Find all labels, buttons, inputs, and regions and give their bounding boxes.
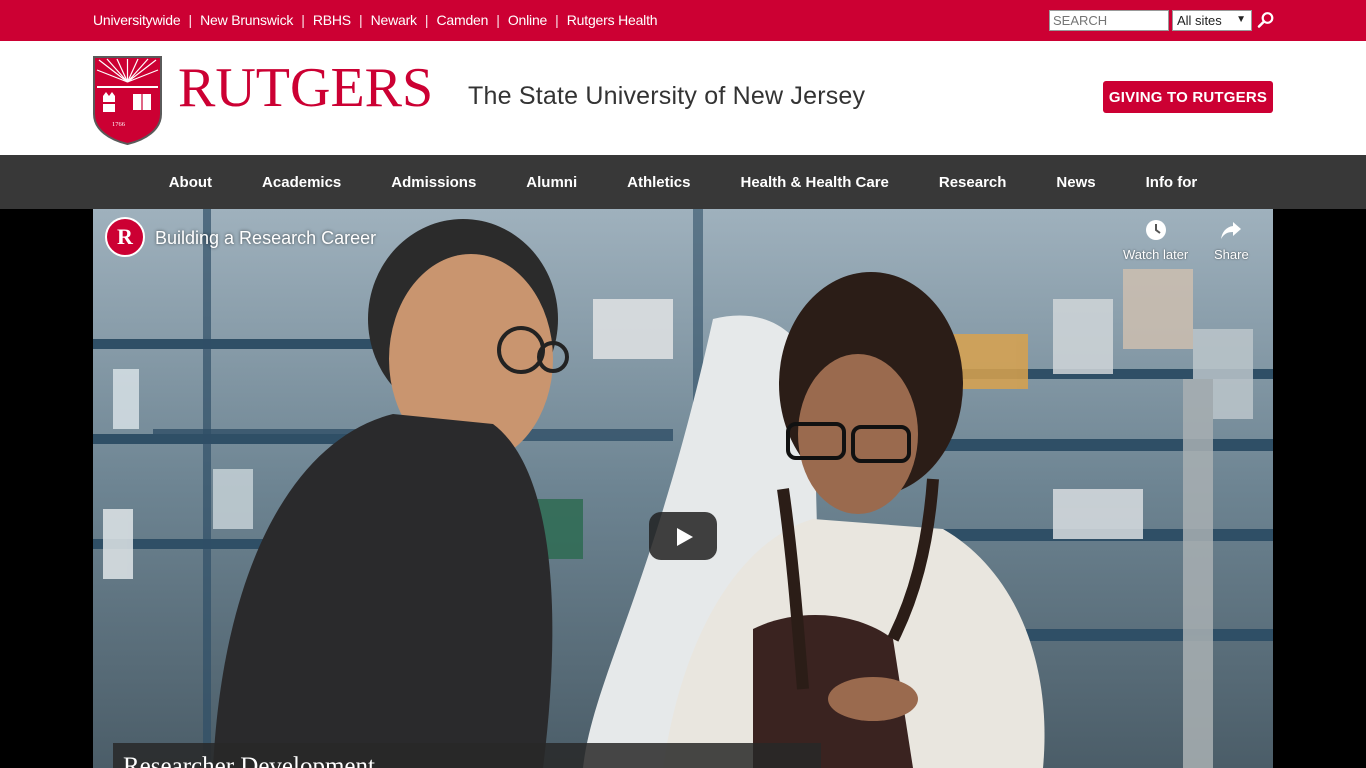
chevron-down-icon: ▼ <box>1236 14 1246 25</box>
nav-item-news[interactable]: News <box>1031 174 1120 191</box>
nav-item-about[interactable]: About <box>144 174 237 191</box>
nav-item-health[interactable]: Health & Health Care <box>716 174 914 191</box>
campus-link-rbhs[interactable]: RBHS <box>313 12 351 28</box>
campus-link-universitywide[interactable]: Universitywide <box>93 12 181 28</box>
campus-links: Universitywide | New Brunswick | RBHS | … <box>93 12 658 28</box>
clock-icon <box>1145 220 1166 240</box>
share-button[interactable]: Share <box>1214 219 1249 262</box>
link-separator: | <box>424 12 429 28</box>
campus-link-newark[interactable]: Newark <box>371 12 417 28</box>
link-separator: | <box>301 12 305 28</box>
video-caption-banner: Researcher Development <box>113 743 821 768</box>
nav-item-athletics[interactable]: Athletics <box>602 174 715 191</box>
site-scope-value: All sites <box>1177 13 1222 28</box>
watch-later-label: Watch later <box>1123 247 1189 262</box>
share-label: Share <box>1214 247 1249 262</box>
rutgers-wordmark[interactable]: RUTGERS <box>178 60 433 116</box>
campus-link-new-brunswick[interactable]: New Brunswick <box>200 12 293 28</box>
campus-link-online[interactable]: Online <box>508 12 547 28</box>
nav-item-research[interactable]: Research <box>914 174 1032 191</box>
share-icon <box>1221 222 1242 239</box>
play-button[interactable] <box>649 512 717 560</box>
rutgers-shield-logo[interactable]: 1766 <box>93 56 162 145</box>
site-header: 1766 RUTGERS The State University of New… <box>0 41 1366 155</box>
campus-link-rutgers-health[interactable]: Rutgers Health <box>567 12 658 28</box>
nav-item-info-for[interactable]: Info for <box>1121 174 1223 191</box>
link-separator: | <box>188 12 193 28</box>
link-separator: | <box>358 12 363 28</box>
link-separator: | <box>555 12 559 28</box>
video-title[interactable]: Building a Research Career <box>155 228 376 249</box>
top-utility-bar: Universitywide | New Brunswick | RBHS | … <box>0 0 1366 41</box>
featured-video-player[interactable]: R Building a Research Career Watch later… <box>93 209 1273 768</box>
giving-to-rutgers-button[interactable]: GIVING TO RUTGERS <box>1103 81 1273 113</box>
link-separator: | <box>496 12 500 28</box>
nav-item-admissions[interactable]: Admissions <box>366 174 501 191</box>
video-thumbnail-lab-scene <box>93 209 1273 768</box>
campus-link-camden[interactable]: Camden <box>436 12 488 28</box>
search-input[interactable] <box>1049 10 1169 31</box>
site-scope-select[interactable]: All sites ▼ <box>1172 10 1252 31</box>
channel-logo[interactable]: R <box>105 217 145 257</box>
nav-item-alumni[interactable]: Alumni <box>501 174 602 191</box>
nav-item-academics[interactable]: Academics <box>237 174 366 191</box>
main-navigation: About Academics Admissions Alumni Athlet… <box>0 155 1366 209</box>
watch-later-button[interactable]: Watch later <box>1123 219 1188 262</box>
search-icon[interactable] <box>1257 11 1275 29</box>
play-icon <box>677 528 693 546</box>
university-tagline: The State University of New Jersey <box>468 82 866 110</box>
seal-year: 1766 <box>112 121 126 128</box>
